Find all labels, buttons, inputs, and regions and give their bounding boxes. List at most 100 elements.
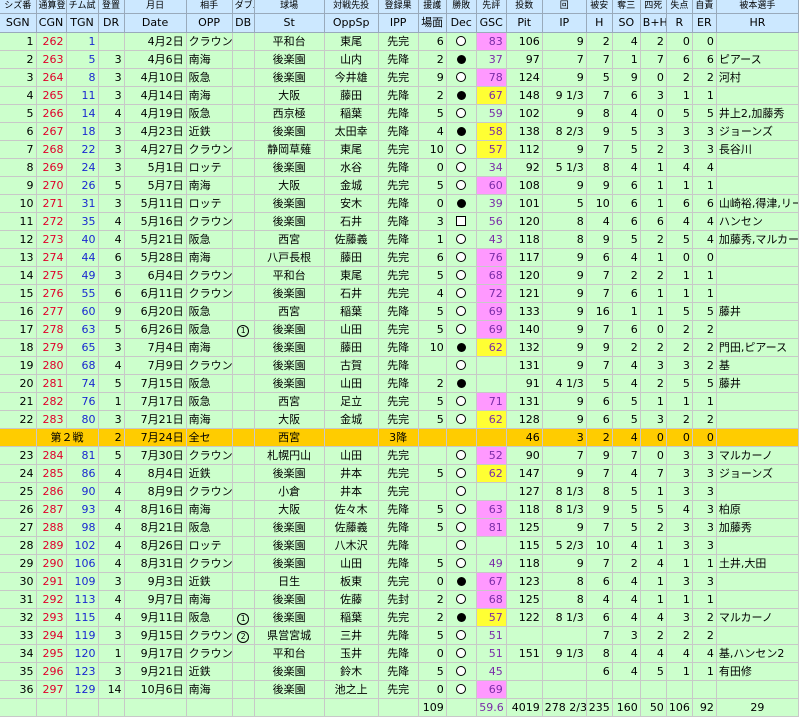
so-cell: 6: [612, 284, 641, 303]
gsc-cell: 58: [476, 122, 507, 141]
game-row: 21 282 76 1 7月17日 阪急 西宮 足立 先完 5 71 131 9 6 5 1 1 1: [0, 392, 799, 411]
date-cell: 8月31日: [124, 554, 187, 573]
total-ip: 278 2/3: [542, 698, 587, 717]
so-cell: [612, 680, 641, 699]
hr-cell: 柏原: [716, 500, 799, 519]
ip-cell: 9: [542, 104, 587, 123]
decision-cell: [446, 230, 477, 249]
bb-cell: 1: [640, 302, 667, 321]
sgn-cell: 13: [0, 248, 37, 267]
doubleheader-cell: [232, 482, 255, 501]
stadium-cell: 後楽園: [254, 194, 325, 213]
stadium-cell: 平和台: [254, 32, 325, 51]
pitches-cell: 112: [506, 140, 543, 159]
ipp-cell: 先降: [378, 86, 419, 105]
bb-cell: 0: [640, 68, 667, 87]
header-en-cell: Pit: [506, 13, 543, 33]
so-cell: 5: [612, 140, 641, 159]
date-cell: 9月3日: [124, 572, 187, 591]
doubleheader-cell: [232, 446, 255, 465]
decision-cell: [446, 284, 477, 303]
gsc-cell: 69: [476, 680, 507, 699]
runs-cell: 4: [666, 644, 693, 663]
decision-cell: [446, 194, 477, 213]
gsc-cell: 34: [476, 158, 507, 177]
hr-cell: ハンセン: [716, 212, 799, 231]
er-cell: 2: [692, 608, 717, 627]
support-cell: 2: [418, 608, 447, 627]
open-circle-icon: [456, 396, 467, 406]
decision-cell: [446, 266, 477, 285]
support-cell: 2: [418, 50, 447, 69]
pitches-cell: 120: [506, 212, 543, 231]
date-cell: 6月26日: [124, 320, 187, 339]
header-en-cell: R: [666, 13, 693, 33]
dr-cell: 5: [98, 176, 125, 195]
date-cell: 5月28日: [124, 248, 187, 267]
open-circle-icon: [456, 684, 467, 694]
opp-starter-cell: [324, 428, 379, 447]
decision-cell: [446, 662, 477, 681]
header-jp-cell: 投数: [506, 0, 543, 14]
hr-cell: ジョーンズ: [716, 464, 799, 483]
bb-cell: 0: [640, 104, 667, 123]
er-cell: 5: [692, 374, 717, 393]
cgn-cell: 266: [36, 104, 67, 123]
filled-circle-icon: [456, 612, 466, 622]
er-cell: 2: [692, 356, 717, 375]
so-cell: 2: [612, 338, 641, 357]
support-cell: 5: [418, 500, 447, 519]
dr-cell: 4: [98, 500, 125, 519]
date-cell: 8月26日: [124, 536, 187, 555]
er-cell: 4: [692, 158, 717, 177]
ipp-cell: 先完: [378, 32, 419, 51]
pitches-cell: 138: [506, 122, 543, 141]
tgn-cell: 14: [66, 104, 99, 123]
game-row: 3 264 8 3 4月10日 阪急 後楽園 今井雄 先完 9 78 124 9 5 9 0 2 2 河村: [0, 68, 799, 87]
so-cell: 4: [612, 662, 641, 681]
total-er: 92: [692, 698, 717, 717]
support-cell: [418, 356, 447, 375]
tgn-cell: 60: [66, 302, 99, 321]
hits-cell: 9: [586, 446, 613, 465]
date-cell: 9月17日: [124, 644, 187, 663]
pitches-cell: 151: [506, 644, 543, 663]
header-en-cell: DB: [232, 13, 255, 33]
opp-starter-cell: 古賀: [324, 356, 379, 375]
hits-cell: 7: [586, 320, 613, 339]
runs-cell: 1: [666, 662, 693, 681]
ip-cell: 9: [542, 266, 587, 285]
date-cell: 10月6日: [124, 680, 187, 699]
date-cell: 4月6日: [124, 50, 187, 69]
decision-cell: [446, 320, 477, 339]
bb-cell: 0: [640, 446, 667, 465]
pitches-cell: 120: [506, 266, 543, 285]
header-jp-cell: 登録果: [378, 0, 419, 14]
cgn-cell: 280: [36, 356, 67, 375]
so-cell: 5: [612, 410, 641, 429]
tgn-cell: 80: [66, 410, 99, 429]
opp-starter-cell: 佐々木: [324, 500, 379, 519]
sgn-cell: 22: [0, 410, 37, 429]
hr-cell: [716, 248, 799, 267]
opp-cell: 近鉄: [186, 662, 233, 681]
hits-cell: 9: [586, 338, 613, 357]
ip-cell: 9: [542, 284, 587, 303]
opp-cell: 全セ: [186, 428, 233, 447]
gsc-cell: 62: [476, 464, 507, 483]
sgn-cell: 16: [0, 302, 37, 321]
gsc-cell: 37: [476, 50, 507, 69]
ip-cell: 9 1/3: [542, 86, 587, 105]
hr-cell: 有田修: [716, 662, 799, 681]
hits-cell: 8: [586, 158, 613, 177]
dr-cell: 4: [98, 356, 125, 375]
blank-cell: [232, 698, 255, 717]
hr-cell: 基,ハンセン2: [716, 644, 799, 663]
dr-cell: 2: [98, 428, 125, 447]
opp-cell: ロッテ: [186, 194, 233, 213]
er-cell: 1: [692, 662, 717, 681]
stadium-cell: 平和台: [254, 266, 325, 285]
sgn-cell: 35: [0, 662, 37, 681]
ipp-cell: 先完: [378, 320, 419, 339]
tgn-cell: 123: [66, 662, 99, 681]
